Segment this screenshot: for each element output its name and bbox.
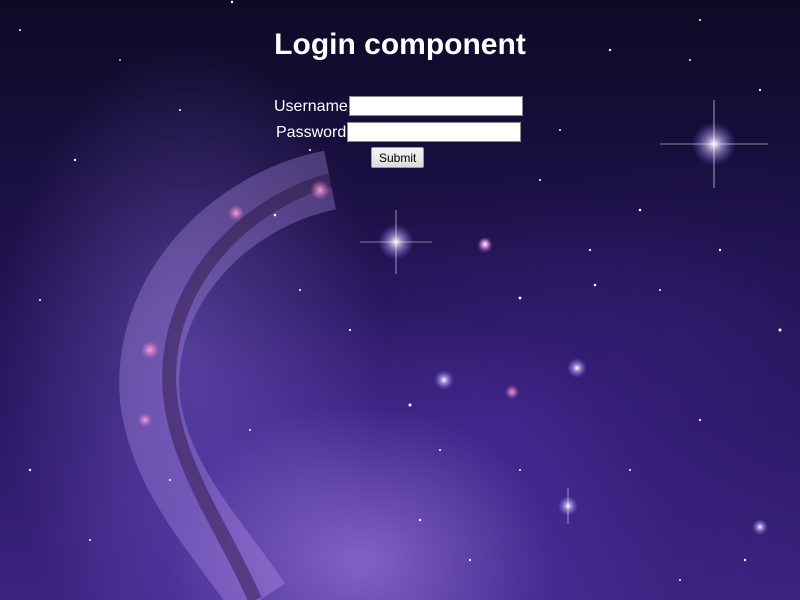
galaxy-background [19, 0, 782, 600]
username-input[interactable] [348, 96, 523, 116]
password-row: Password [276, 122, 522, 144]
submit-button[interactable]: Submit [371, 147, 425, 168]
username-row: Username [274, 96, 523, 118]
page-title: Login component [274, 28, 526, 61]
username-label: Username [274, 98, 348, 115]
password-input[interactable] [347, 122, 522, 142]
password-label: Password [276, 124, 347, 141]
